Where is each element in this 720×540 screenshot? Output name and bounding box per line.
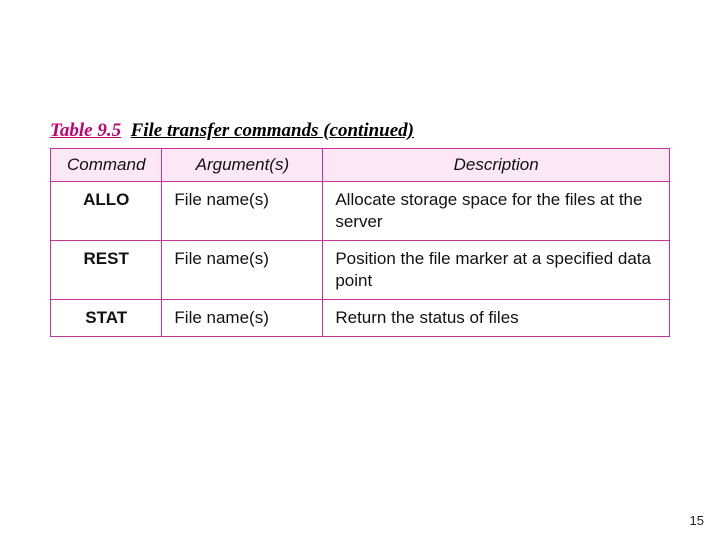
cell-command: ALLO — [51, 182, 162, 241]
cell-command: REST — [51, 241, 162, 300]
cell-arguments: File name(s) — [162, 241, 323, 300]
table-ref: Table 9.5 — [50, 120, 121, 141]
cell-description: Allocate storage space for the files at … — [323, 182, 670, 241]
cell-command: STAT — [51, 300, 162, 337]
cell-description: Return the status of files — [323, 300, 670, 337]
table-title: File transfer commands (continued) — [131, 120, 414, 141]
file-transfer-table: Command Argument(s) Description ALLO Fil… — [50, 148, 670, 337]
table-header-row: Command Argument(s) Description — [51, 149, 670, 182]
table-row: ALLO File name(s) Allocate storage space… — [51, 182, 670, 241]
cell-description: Position the file marker at a specified … — [323, 241, 670, 300]
col-header-command: Command — [51, 149, 162, 182]
table-row: REST File name(s) Position the file mark… — [51, 241, 670, 300]
table-caption: Table 9.5 File transfer commands (contin… — [50, 120, 670, 142]
col-header-description: Description — [323, 149, 670, 182]
table-row: STAT File name(s) Return the status of f… — [51, 300, 670, 337]
cell-arguments: File name(s) — [162, 182, 323, 241]
cell-arguments: File name(s) — [162, 300, 323, 337]
col-header-arguments: Argument(s) — [162, 149, 323, 182]
page-number: 15 — [690, 513, 704, 528]
slide-content: Table 9.5 File transfer commands (contin… — [0, 0, 720, 337]
